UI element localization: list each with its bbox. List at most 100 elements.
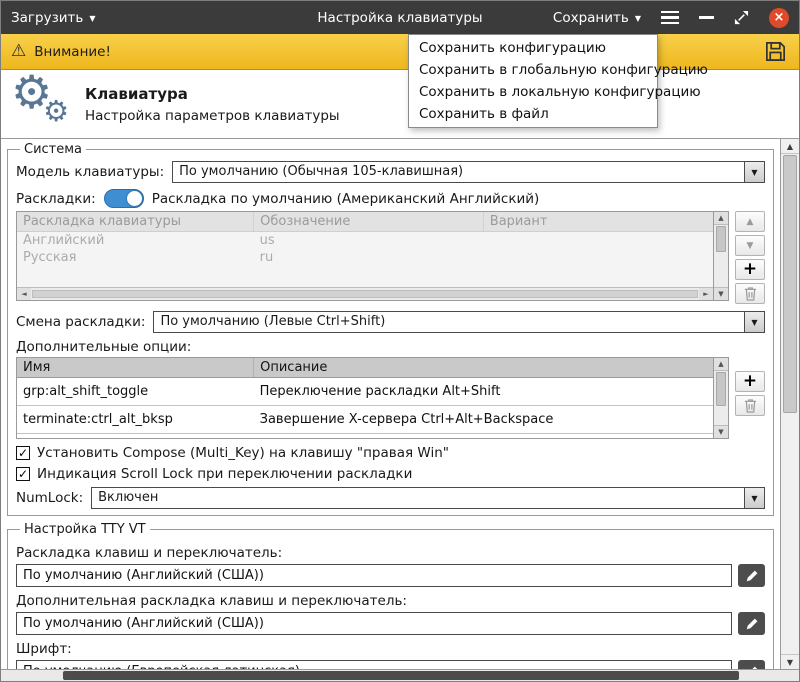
tty-layout-label: Раскладка клавиш и переключатель: [16, 545, 765, 561]
column-header: Обозначение [254, 212, 484, 232]
table-row[interactable]: terminate:ctrl_alt_bksp Завершение X-сер… [17, 406, 713, 434]
tty-group-legend: Настройка TTY VT [20, 522, 150, 537]
numlock-value: Включен [92, 488, 744, 508]
save-button[interactable]: Сохранить ▼ [553, 10, 641, 26]
table-row[interactable]: grp:alt_shift_toggle Переключение раскла… [17, 378, 713, 406]
layouts-table: Раскладка клавиатуры Обозначение Вариант… [16, 211, 729, 301]
scroll-up-icon[interactable]: ▲ [714, 212, 728, 225]
system-group-legend: Система [20, 142, 86, 157]
scroll-down-icon[interactable]: ▼ [714, 287, 728, 300]
scroll-left-icon[interactable]: ◄ [17, 288, 31, 300]
save-button-label: Сохранить [553, 10, 629, 26]
keyboard-settings-window: Загрузить ▼ Настройка клавиатуры Сохрани… [0, 0, 800, 682]
compose-checkbox[interactable]: ✓ [16, 446, 30, 460]
numlock-select[interactable]: Включен ▼ [91, 487, 765, 509]
trash-icon [744, 286, 757, 301]
keyboard-model-select[interactable]: По умолчанию (Обычная 105-клавишная) ▼ [172, 161, 765, 183]
main-vscrollbar[interactable]: ▲ ▼ [780, 139, 799, 669]
check-icon: ✓ [18, 468, 28, 480]
layouts-table-buttons: ▲ ▼ + [735, 211, 765, 304]
keyboard-model-value: По умолчанию (Обычная 105-клавишная) [173, 162, 744, 182]
chevron-down-icon: ▼ [89, 15, 95, 23]
column-header: Вариант [483, 212, 713, 232]
menu-item-save-global-config[interactable]: Сохранить в глобальную конфигурацию [409, 59, 657, 81]
menu-item-save-local-config[interactable]: Сохранить в локальную конфигурацию [409, 81, 657, 103]
table-row: Русская ru [17, 249, 713, 266]
hamburger-menu-icon[interactable] [661, 11, 679, 25]
save-dropdown-menu: Сохранить конфигурацию Сохранить в глоба… [408, 34, 658, 128]
titlebar: Загрузить ▼ Настройка клавиатуры Сохрани… [1, 1, 799, 34]
chevron-down-icon: ▼ [744, 162, 764, 182]
default-layout-toggle-label: Раскладка по умолчанию (Американский Анг… [152, 191, 540, 207]
pencil-icon [745, 617, 759, 631]
layouts-table-vscrollbar[interactable]: ▲ ▼ [713, 212, 728, 300]
layouts-table-hscrollbar[interactable]: ◄ ► [17, 287, 713, 300]
hscrollbar-thumb[interactable] [32, 290, 698, 298]
trash-icon [744, 398, 757, 413]
scroll-right-icon[interactable]: ► [699, 288, 713, 300]
scrolllock-checkbox-label: Индикация Scroll Lock при переключении р… [37, 466, 412, 482]
menu-item-save-config[interactable]: Сохранить конфигурацию [409, 37, 657, 59]
extra-options-table: Имя Описание grp:alt_shift_toggle Перекл… [16, 357, 729, 439]
move-down-button[interactable]: ▼ [735, 235, 765, 256]
close-button[interactable]: × [769, 8, 789, 28]
delete-option-button[interactable] [735, 395, 765, 416]
chevron-down-icon: ▼ [744, 488, 764, 508]
delete-layout-button[interactable] [735, 283, 765, 304]
column-header: Раскладка клавиатуры [17, 212, 254, 232]
move-up-button[interactable]: ▲ [735, 211, 765, 232]
vscrollbar-thumb[interactable] [783, 155, 797, 413]
tty-extra-layout-input[interactable] [16, 612, 732, 635]
scroll-down-icon[interactable]: ▼ [714, 425, 728, 438]
edit-tty-extra-layout-button[interactable] [738, 612, 765, 635]
options-table-buttons: + [735, 357, 765, 416]
check-icon: ✓ [18, 447, 28, 459]
compose-checkbox-label: Установить Compose (Multi_Key) на клавиш… [37, 445, 449, 461]
options-table-vscrollbar[interactable]: ▲ ▼ [713, 358, 728, 438]
chevron-down-icon: ▼ [744, 312, 764, 332]
default-layout-toggle[interactable] [104, 189, 144, 208]
gears-icon: ⚙ ⚙ [11, 75, 73, 133]
floppy-icon [764, 40, 787, 63]
save-to-file-button[interactable] [761, 39, 789, 65]
expand-icon[interactable] [734, 10, 749, 25]
column-header: Описание [254, 358, 713, 378]
scroll-down-icon[interactable]: ▼ [781, 654, 799, 669]
layouts-table-header: Раскладка клавиатуры Обозначение Вариант [17, 212, 713, 232]
edit-tty-layout-button[interactable] [738, 564, 765, 587]
warning-text: Внимание! [34, 44, 111, 60]
numlock-label: NumLock: [16, 490, 83, 506]
main-hscrollbar[interactable] [1, 669, 799, 681]
vscrollbar-thumb[interactable] [716, 226, 726, 252]
tty-font-input[interactable] [16, 660, 732, 669]
chevron-down-icon: ▼ [635, 15, 641, 23]
add-layout-button[interactable]: + [735, 259, 765, 280]
scroll-up-icon[interactable]: ▲ [781, 139, 799, 154]
tty-layout-input[interactable] [16, 564, 732, 587]
vscrollbar-thumb[interactable] [716, 372, 726, 406]
pencil-icon [745, 569, 759, 583]
system-group: Система Модель клавиатуры: По умолчанию … [7, 142, 774, 516]
table-row: Английский us [17, 232, 713, 250]
app-header: ⚙ ⚙ Клавиатура Настройка параметров клав… [1, 70, 799, 138]
hscrollbar-thumb[interactable] [63, 671, 739, 680]
load-button-label: Загрузить [11, 10, 83, 26]
add-option-button[interactable]: + [735, 371, 765, 392]
header-subtitle: Настройка параметров клавиатуры [85, 108, 340, 124]
edit-tty-font-button[interactable] [738, 660, 765, 669]
close-icon: × [774, 11, 785, 24]
scroll-up-icon[interactable]: ▲ [714, 358, 728, 371]
header-title: Клавиатура [85, 85, 340, 103]
warning-icon: ⚠ [11, 43, 26, 60]
switch-layout-select[interactable]: По умолчанию (Левые Ctrl+Shift) ▼ [153, 311, 765, 333]
keyboard-model-label: Модель клавиатуры: [16, 164, 164, 180]
options-table-header: Имя Описание [17, 358, 713, 378]
extra-options-label: Дополнительные опции: [16, 339, 765, 355]
settings-form: Система Модель клавиатуры: По умолчанию … [1, 139, 780, 669]
column-header: Имя [17, 358, 254, 378]
menu-item-save-to-file[interactable]: Сохранить в файл [409, 103, 657, 125]
minimize-icon[interactable] [699, 16, 714, 19]
scrolllock-checkbox[interactable]: ✓ [16, 467, 30, 481]
load-button[interactable]: Загрузить ▼ [11, 10, 96, 26]
tty-font-label: Шрифт: [16, 641, 765, 657]
